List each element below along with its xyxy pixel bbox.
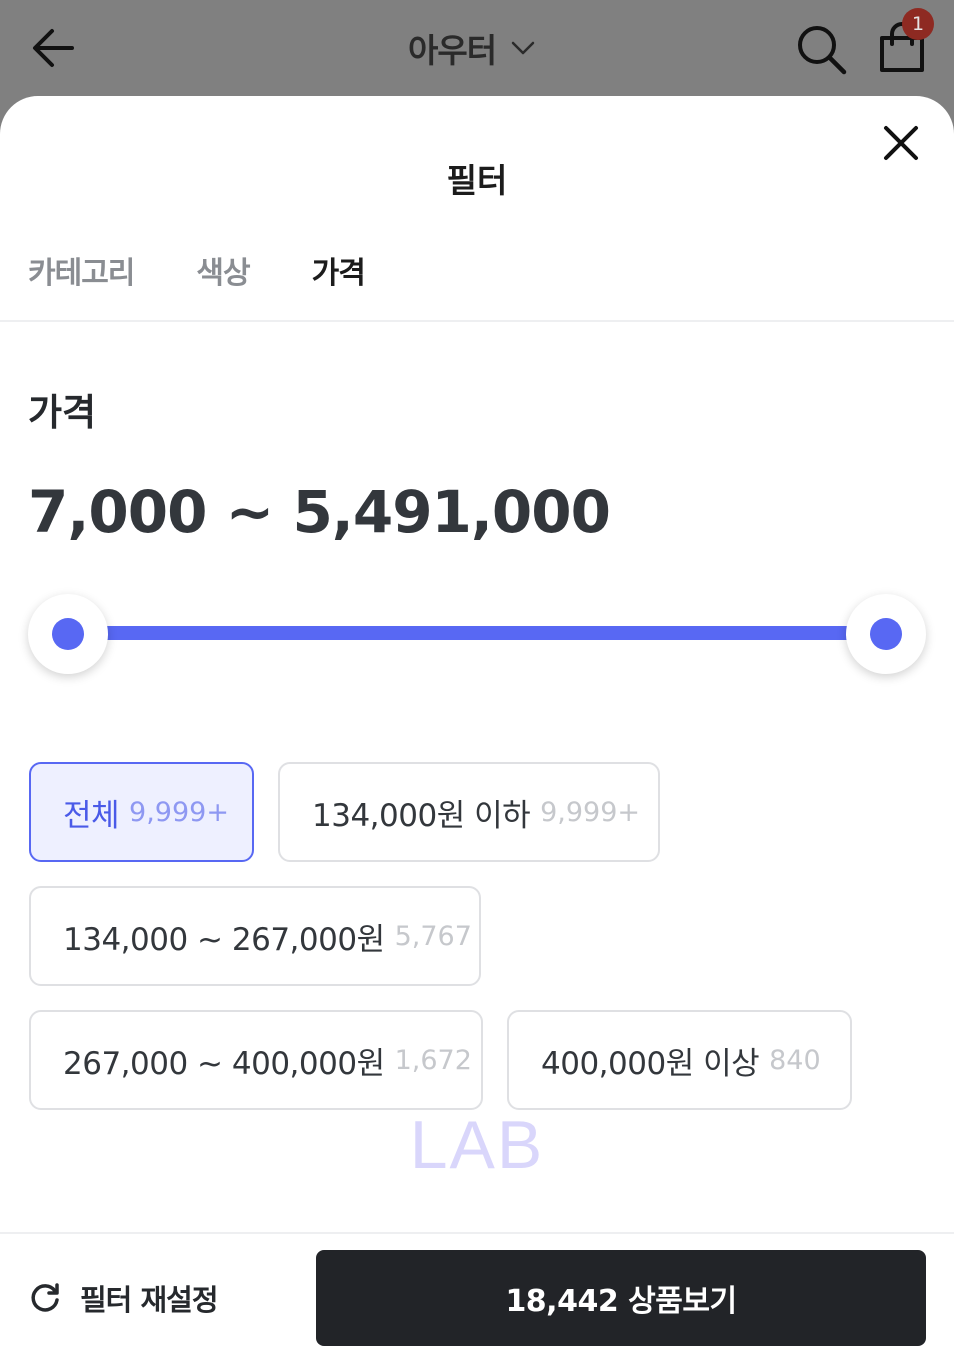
back-button[interactable] <box>28 24 78 74</box>
chip-label: 400,000원 이상 <box>541 1045 760 1082</box>
tab-color[interactable]: 색상 <box>196 248 250 296</box>
cart-count-badge: 1 <box>902 8 934 40</box>
slider-track <box>68 626 886 640</box>
price-chip-over-400000[interactable]: 400,000원 이상 840 <box>507 1010 852 1110</box>
chip-label: 267,000 ~ 400,000원 <box>63 1045 385 1082</box>
chevron-down-icon <box>511 41 535 55</box>
chip-count: 5,767 <box>394 920 472 952</box>
search-button[interactable] <box>794 22 848 76</box>
tab-category[interactable]: 카테고리 <box>28 248 135 296</box>
tab-price[interactable]: 가격 <box>312 248 366 296</box>
chip-count: 9,999+ <box>540 796 641 828</box>
page-title: 아우터 <box>408 31 497 70</box>
slider-min-handle[interactable] <box>28 594 108 674</box>
watermark: LAB <box>409 1107 545 1183</box>
reset-filter-button[interactable]: 필터 재설정 <box>28 1276 218 1320</box>
category-dropdown[interactable]: 아우터 <box>408 26 536 70</box>
chip-count: 9,999+ <box>129 796 229 828</box>
slider-max-handle[interactable] <box>846 594 926 674</box>
divider <box>0 320 954 322</box>
price-range-value: 7,000 ~ 5,491,000 <box>28 478 611 546</box>
filter-tabs: 카테고리 색상 가격 <box>28 248 427 296</box>
section-title: 가격 <box>28 391 97 434</box>
filter-sheet: 필터 카테고리 색상 가격 가격 7,000 ~ 5,491,000 전체 9,… <box>0 96 954 1360</box>
sheet-title: 필터 <box>446 161 508 200</box>
reset-label: 필터 재설정 <box>80 1283 218 1317</box>
refresh-icon <box>31 1283 59 1312</box>
search-icon <box>798 26 847 75</box>
price-chip-267000-400000[interactable]: 267,000 ~ 400,000원 1,672 <box>29 1010 483 1110</box>
divider <box>0 1232 954 1234</box>
chip-count: 1,672 <box>394 1044 472 1076</box>
chip-label: 전체 <box>63 797 120 834</box>
price-chip-under-134000[interactable]: 134,000원 이하 9,999+ <box>278 762 660 862</box>
chip-count: 840 <box>769 1044 821 1076</box>
price-chip-all[interactable]: 전체 9,999+ <box>29 762 254 862</box>
arrow-left-icon <box>33 29 74 67</box>
view-products-button[interactable]: 18,442 상품보기 <box>316 1250 926 1346</box>
top-app-bar: 아우터 1 <box>0 0 954 96</box>
price-chip-134000-267000[interactable]: 134,000 ~ 267,000원 5,767 <box>29 886 481 986</box>
price-range-slider[interactable] <box>28 594 926 674</box>
chip-label: 134,000 ~ 267,000원 <box>63 921 385 958</box>
chip-label: 134,000원 이하 <box>312 797 531 834</box>
